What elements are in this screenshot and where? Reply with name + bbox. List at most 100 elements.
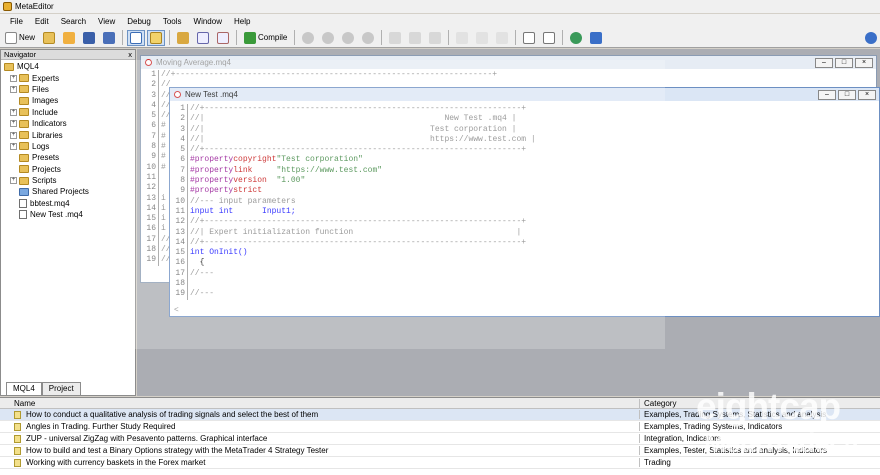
menu-view[interactable]: View (92, 17, 121, 26)
tree-item-images[interactable]: Images (1, 95, 135, 106)
folder-icon (19, 85, 29, 94)
tab-mql4[interactable]: MQL4 (6, 382, 42, 395)
toolbar-separator (294, 30, 296, 45)
menu-tools[interactable]: Tools (157, 17, 188, 26)
window-buttons: – □ × (818, 90, 876, 100)
navigator-close-button[interactable]: x (128, 50, 132, 59)
maximize-button[interactable]: □ (838, 90, 856, 100)
article-category: Integration, Indicators (644, 434, 721, 443)
row-marker (0, 409, 10, 421)
open-data-button[interactable] (60, 30, 78, 46)
menu-help[interactable]: Help (228, 17, 256, 26)
paste-button[interactable] (540, 30, 558, 46)
step-into-button[interactable] (386, 30, 404, 46)
tree-item-projects[interactable]: Projects (1, 164, 135, 175)
maximize-button[interactable]: □ (835, 58, 853, 68)
save-all-button[interactable] (100, 30, 118, 46)
highlight-overlay (135, 60, 665, 349)
tree-item-include[interactable]: + Include (1, 107, 135, 118)
window-titlebar: MetaEditor (0, 0, 880, 13)
menu-bar: File Edit Search View Debug Tools Window… (0, 14, 880, 28)
tree-item-libraries[interactable]: + Libraries (1, 129, 135, 140)
tree-root-mql4[interactable]: MQL4 (1, 61, 135, 72)
tree-item-files[interactable]: + Files (1, 84, 135, 95)
folder-icon (19, 142, 29, 151)
column-name[interactable]: Name (10, 398, 640, 408)
expand-icon[interactable]: + (10, 74, 17, 82)
column-category[interactable]: Category (640, 399, 880, 408)
tree-item-logs[interactable]: + Logs (1, 141, 135, 152)
expand-icon[interactable]: + (10, 108, 17, 116)
tree-item-bbtest[interactable]: bbtest.mq4 (1, 198, 135, 209)
metaeditor-logo-icon (3, 2, 12, 11)
tree-item-scripts[interactable]: + Scripts (1, 175, 135, 186)
menu-debug[interactable]: Debug (121, 17, 157, 26)
menu-window[interactable]: Window (188, 17, 228, 26)
toolbox-toggle-button[interactable] (147, 29, 166, 46)
tree-item-shared-projects[interactable]: Shared Projects (1, 186, 135, 197)
compile-button-label: Compile (258, 33, 288, 42)
save-all-icon (103, 31, 116, 44)
folder-icon (19, 108, 29, 117)
start-history-debug-button[interactable] (319, 30, 337, 46)
tree-item-indicators[interactable]: + Indicators (1, 118, 135, 129)
save-button[interactable] (80, 30, 98, 46)
variables-button[interactable] (194, 30, 212, 46)
navigator-header: Navigator x (1, 50, 135, 60)
market-button[interactable] (567, 30, 585, 46)
menu-edit[interactable]: Edit (29, 17, 55, 26)
stop-button[interactable] (359, 30, 377, 46)
expand-icon[interactable]: + (10, 142, 17, 150)
expand-icon[interactable]: + (10, 120, 17, 128)
tree-item-label: Include (32, 107, 58, 117)
help-button[interactable] (862, 30, 880, 46)
article-row[interactable]: Angles in Trading. Further Study Require… (0, 421, 880, 433)
step-into-icon (389, 31, 402, 44)
tree-item-experts[interactable]: + Experts (1, 72, 135, 83)
article-row[interactable]: ZUP - universal ZigZag with Pesavento pa… (0, 433, 880, 445)
step-over-button[interactable] (406, 30, 424, 46)
article-category: Examples, Tester, Statistics and analysi… (644, 446, 828, 455)
menu-file[interactable]: File (4, 17, 29, 26)
tree-item-label: Libraries (32, 130, 63, 140)
functions-button[interactable] (214, 30, 232, 46)
article-row[interactable]: How to conduct a qualitative analysis of… (0, 409, 880, 421)
start-debug-button[interactable] (299, 30, 317, 46)
open-button[interactable] (40, 30, 58, 46)
resource-icon (177, 31, 190, 44)
expand-icon[interactable]: + (10, 131, 17, 139)
navigator-toggle-button[interactable] (127, 29, 146, 46)
watch-icon (496, 31, 509, 44)
navigator-panel: Navigator x MQL4 + Experts + Files Images … (0, 49, 136, 396)
folder-icon (19, 74, 29, 83)
variables-icon (197, 31, 210, 44)
copy-button[interactable] (520, 30, 538, 46)
toolbar-separator (515, 30, 517, 45)
article-name: ZUP - universal ZigZag with Pesavento pa… (10, 434, 640, 443)
expand-icon[interactable]: + (10, 85, 17, 93)
insert-resource-button[interactable] (174, 30, 192, 46)
close-button[interactable]: × (855, 58, 873, 68)
terminal-button[interactable] (587, 30, 605, 46)
menu-search[interactable]: Search (55, 17, 92, 26)
tree-item-presets[interactable]: Presets (1, 152, 135, 163)
tree-item-new-test[interactable]: New Test .mq4 (1, 209, 135, 220)
minimize-button[interactable]: – (815, 58, 833, 68)
article-row[interactable]: Working with currency baskets in the For… (0, 457, 880, 469)
tree-item-label: Projects (32, 164, 61, 174)
step-out-button[interactable] (426, 30, 444, 46)
remove-breakpoints-button[interactable] (473, 30, 491, 46)
row-marker (0, 445, 10, 457)
expand-icon[interactable]: + (10, 177, 17, 185)
market-icon (570, 31, 583, 44)
watch-button[interactable] (493, 30, 511, 46)
compile-button[interactable]: Compile (241, 30, 290, 46)
tab-project[interactable]: Project (41, 382, 81, 395)
pause-button[interactable] (339, 30, 357, 46)
new-button[interactable]: New (2, 30, 38, 46)
close-button[interactable]: × (858, 90, 876, 100)
tree-item-label: Indicators (32, 119, 67, 129)
article-row[interactable]: How to build and test a Binary Options s… (0, 445, 880, 457)
toggle-breakpoint-button[interactable] (453, 30, 471, 46)
minimize-button[interactable]: – (818, 90, 836, 100)
